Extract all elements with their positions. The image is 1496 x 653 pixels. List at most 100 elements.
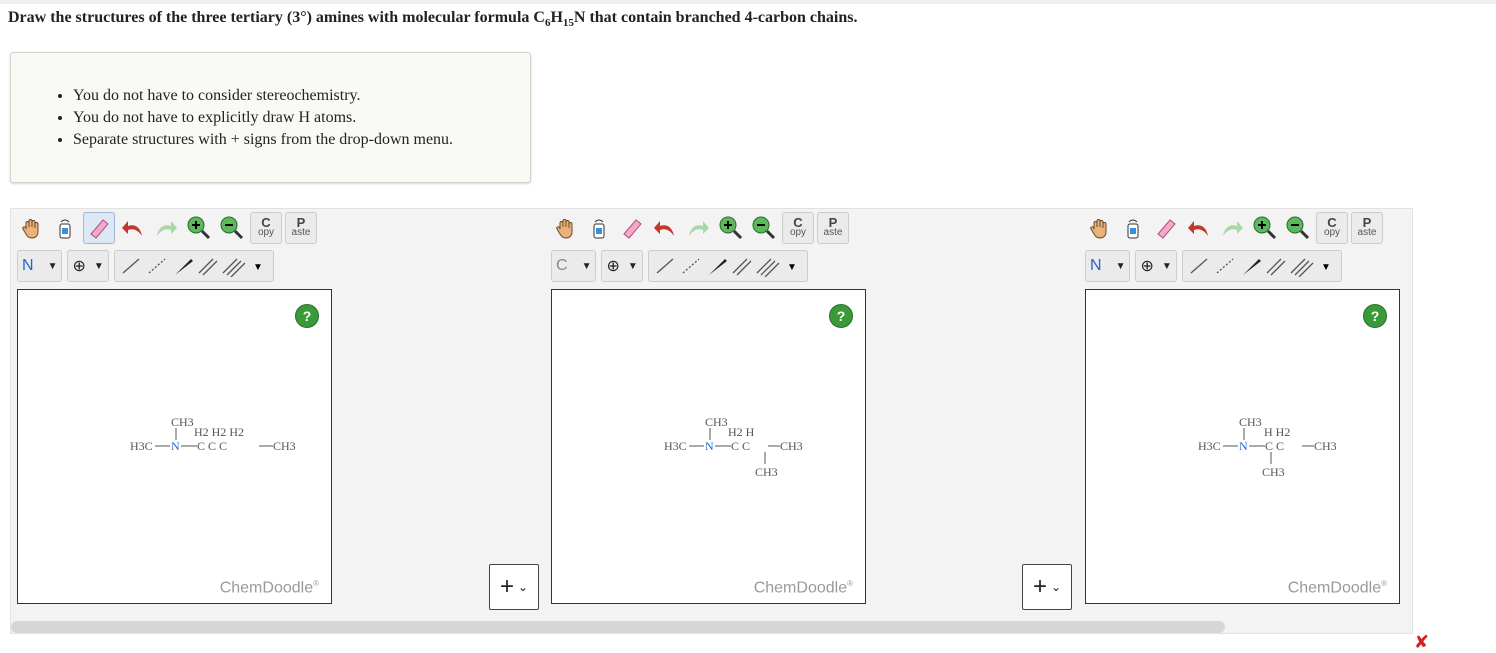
chevron-down-icon: ⌄ — [1050, 580, 1062, 594]
paste-button[interactable]: Paste — [285, 212, 317, 244]
mol-bottom-label: CH3 — [755, 465, 778, 479]
drawing-canvas[interactable]: ? CH3 H2 H2 H2 H3C N C C C CH3 ChemDoodl… — [17, 289, 332, 604]
sketcher-1: Copy Paste N ▼ ⊕ ▼ ▼ ? CH3 H2 H2 H2 H3C … — [11, 209, 332, 609]
zoom-out-icon[interactable] — [1283, 213, 1313, 243]
mol-left-label: H3C — [664, 439, 687, 453]
mol-top-label: CH3 — [705, 415, 728, 429]
dropdown-caret-icon: ▼ — [93, 260, 104, 272]
mol-nitrogen: N — [1239, 439, 1248, 453]
mol-nitrogen: N — [171, 439, 180, 453]
undo-icon[interactable] — [118, 213, 148, 243]
eraser-icon[interactable] — [1151, 213, 1181, 243]
redo-icon[interactable] — [683, 213, 713, 243]
bond-tools[interactable]: ▼ — [1181, 250, 1342, 282]
sketcher-workspace: Copy Paste N ▼ ⊕ ▼ ▼ ? CH3 H2 H2 H2 H3C … — [10, 208, 1413, 634]
mol-chain: C C — [731, 439, 750, 453]
hint-item: You do not have to explicitly draw H ato… — [73, 107, 453, 129]
element-select[interactable]: N ▼ — [1085, 250, 1131, 282]
mol-h-row: H2 H — [728, 425, 755, 439]
paste-button[interactable]: Paste — [817, 212, 849, 244]
zoom-in-icon[interactable] — [184, 213, 214, 243]
toolbar-row-1: Copy Paste — [551, 211, 852, 245]
zoom-in-icon[interactable] — [1250, 213, 1280, 243]
separator-plus-dropdown-1[interactable]: + ⌄ — [489, 564, 539, 610]
hand-icon[interactable] — [1085, 213, 1115, 243]
toolbar-row-2: N ▼ ⊕ ▼ ▼ — [1085, 249, 1347, 283]
copy-button[interactable]: Copy — [782, 212, 814, 244]
bond-tools[interactable]: ▼ — [647, 250, 808, 282]
chemdoodle-logo: ChemDoodle® — [753, 578, 853, 596]
mol-chain: C C C — [197, 439, 227, 453]
sketcher-3: Copy Paste N ▼ ⊕ ▼ ▼ ? CH3 H H2 H3C N C … — [1079, 209, 1400, 609]
bond-icons: ▼ — [656, 258, 797, 277]
toolbar-row-2: N ▼ ⊕ ▼ ▼ — [17, 249, 279, 283]
dropdown-caret-icon: ▼ — [47, 260, 58, 272]
separator-plus-dropdown-2[interactable]: + ⌄ — [1022, 564, 1072, 610]
redo-icon[interactable] — [1217, 213, 1247, 243]
dropdown-caret-icon: ▼ — [1161, 260, 1172, 272]
undo-icon[interactable] — [1184, 213, 1214, 243]
svg-text:▼: ▼ — [253, 262, 263, 273]
redo-icon[interactable] — [151, 213, 181, 243]
molecule-structure: CH3 H H2 H3C N C C CH3 CH3 — [1198, 415, 1337, 479]
charge-plus-icon: ⊕ — [72, 258, 86, 275]
mol-right-label: CH3 — [780, 439, 803, 453]
question-text: Draw the structures of the three tertiar… — [8, 9, 858, 30]
mol-top-label: CH3 — [171, 415, 194, 429]
hints-box: You do not have to consider stereochemis… — [10, 52, 531, 183]
charge-plus-icon: ⊕ — [1140, 258, 1154, 275]
charge-select[interactable]: ⊕ ▼ — [601, 250, 643, 282]
error-x-icon: ✘ — [1414, 632, 1430, 653]
svg-text:▼: ▼ — [787, 262, 797, 273]
clear-icon[interactable] — [584, 213, 614, 243]
bond-tools[interactable]: ▼ — [113, 250, 274, 282]
element-select[interactable]: N ▼ — [17, 250, 63, 282]
copy-button[interactable]: Copy — [250, 212, 282, 244]
paste-button[interactable]: Paste — [1351, 212, 1383, 244]
eraser-icon[interactable] — [617, 213, 647, 243]
charge-select[interactable]: ⊕ ▼ — [1135, 250, 1177, 282]
svg-text:▼: ▼ — [1321, 262, 1331, 273]
clear-icon[interactable] — [1118, 213, 1148, 243]
charge-select[interactable]: ⊕ ▼ — [67, 250, 109, 282]
zoom-out-icon[interactable] — [217, 213, 247, 243]
mol-left-label: H3C — [1198, 439, 1221, 453]
hand-icon[interactable] — [17, 213, 47, 243]
molecule-structure: CH3 H2 H H3C N C C CH3 CH3 — [664, 415, 803, 479]
dropdown-caret-icon: ▼ — [627, 260, 638, 272]
chemdoodle-logo: ChemDoodle® — [219, 578, 319, 596]
toolbar-row-2: C ▼ ⊕ ▼ ▼ — [551, 249, 813, 283]
mol-left-label: H3C — [130, 439, 153, 453]
chevron-down-icon: ⌄ — [517, 580, 529, 594]
mol-bottom-label: CH3 — [1262, 465, 1285, 479]
hint-item: You do not have to consider stereochemis… — [73, 85, 453, 107]
zoom-out-icon[interactable] — [749, 213, 779, 243]
drawing-canvas[interactable]: ? CH3 H H2 H3C N C C CH3 CH3 ChemDoodle® — [1085, 289, 1400, 604]
mol-h-row: H2 H2 H2 — [194, 425, 244, 439]
mol-right-label: CH3 — [273, 439, 296, 453]
bond-icons: ▼ — [1190, 258, 1331, 277]
mol-right-label: CH3 — [1314, 439, 1337, 453]
charge-plus-icon: ⊕ — [606, 258, 620, 275]
bond-icons: ▼ — [122, 258, 263, 277]
eraser-icon[interactable] — [83, 212, 115, 244]
dropdown-caret-icon: ▼ — [581, 260, 592, 272]
sketcher-2: Copy Paste C ▼ ⊕ ▼ ▼ ? CH3 H2 H H3C N C … — [545, 209, 866, 609]
mol-h-row: H H2 — [1264, 425, 1290, 439]
copy-button[interactable]: Copy — [1316, 212, 1348, 244]
clear-icon[interactable] — [50, 213, 80, 243]
mol-nitrogen: N — [705, 439, 714, 453]
element-select[interactable]: C ▼ — [551, 250, 597, 282]
hints-list: You do not have to consider stereochemis… — [11, 85, 453, 151]
horizontal-scrollbar[interactable] — [11, 621, 1225, 633]
drawing-canvas[interactable]: ? CH3 H2 H H3C N C C CH3 CH3 ChemDoodle® — [551, 289, 866, 604]
chemdoodle-logo: ChemDoodle® — [1287, 578, 1387, 596]
undo-icon[interactable] — [650, 213, 680, 243]
toolbar-row-1: Copy Paste — [17, 211, 320, 245]
mol-top-label: CH3 — [1239, 415, 1262, 429]
zoom-in-icon[interactable] — [716, 213, 746, 243]
hand-icon[interactable] — [551, 213, 581, 243]
top-border — [0, 0, 1496, 4]
mol-chain: C C — [1265, 439, 1284, 453]
dropdown-caret-icon: ▼ — [1115, 260, 1126, 272]
